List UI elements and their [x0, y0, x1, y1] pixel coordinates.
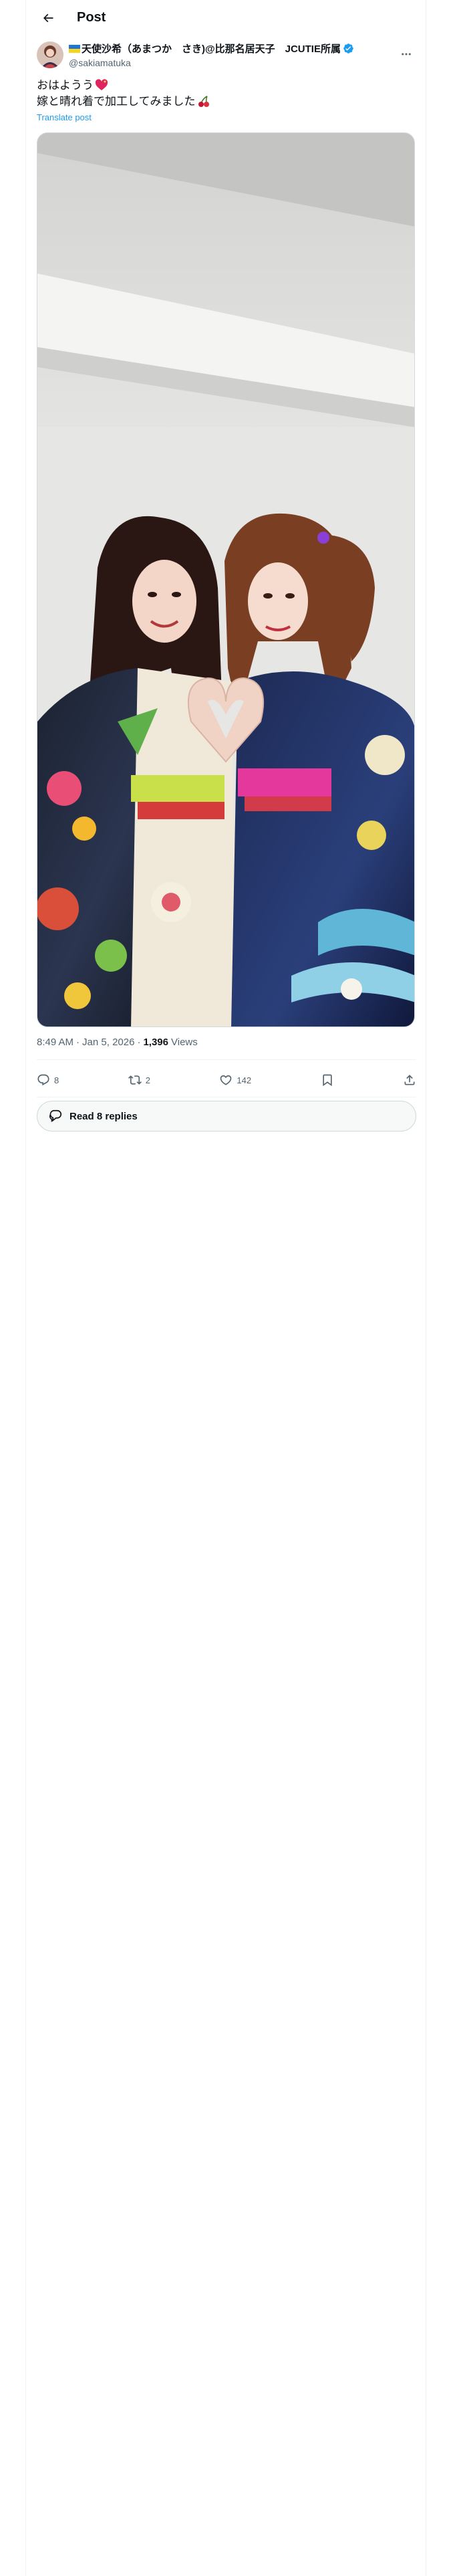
post-date[interactable]: Jan 5, 2026 — [82, 1037, 134, 1048]
avatar[interactable] — [37, 41, 63, 68]
bookmark-button[interactable] — [321, 1073, 334, 1087]
read-replies-label: Read 8 replies — [69, 1110, 138, 1122]
post-meta: 8:49 AM · Jan 5, 2026 · 1,396 Views — [37, 1037, 198, 1048]
repost-icon — [128, 1075, 142, 1085]
speech-bubbles-icon — [49, 1109, 61, 1122]
sparkling-heart-icon — [95, 79, 108, 90]
author-names: 天使沙希（あまつか さき)@比那名居天子 JCUTIE所属 @sakiamatu… — [69, 41, 383, 68]
like-button[interactable]: 142 — [219, 1073, 251, 1087]
verified-badge-icon — [343, 43, 353, 53]
repost-button[interactable]: 2 — [128, 1073, 150, 1087]
photo-illustration — [37, 133, 414, 1027]
post-time[interactable]: 8:49 AM — [37, 1037, 73, 1048]
translate-post-link[interactable]: Translate post — [37, 112, 92, 122]
cherries-icon — [198, 96, 209, 107]
author-row: 天使沙希（あまつか さき)@比那名居天子 JCUTIE所属 @sakiamatu… — [37, 40, 416, 70]
post-photo[interactable] — [37, 132, 415, 1027]
reply-button[interactable]: 8 — [37, 1073, 59, 1087]
more-options-button[interactable] — [396, 44, 416, 64]
more-icon — [402, 53, 411, 56]
meta-separator: · — [76, 1037, 80, 1048]
post-text-line: おはようう — [37, 78, 416, 94]
action-bar: 8 2 142 — [37, 1066, 416, 1094]
display-name-line: 天使沙希（あまつか さき)@比那名居天子 JCUTIE所属 — [69, 41, 383, 56]
read-replies-button[interactable]: Read 8 replies — [37, 1101, 416, 1132]
author-handle[interactable]: @sakiamatuka — [69, 58, 383, 68]
post-text-line-1: おはようう — [37, 79, 94, 92]
meta-separator: · — [137, 1037, 141, 1048]
repost-count: 2 — [145, 1075, 150, 1085]
post-text-line-2: 嫁と晴れ着で加工してみました — [37, 95, 196, 108]
back-button[interactable] — [37, 7, 59, 29]
bookmark-icon — [322, 1074, 332, 1087]
like-count: 142 — [237, 1075, 252, 1085]
share-icon — [404, 1075, 415, 1085]
views-count: 1,396 — [143, 1037, 168, 1048]
views-label: Views — [171, 1037, 198, 1048]
divider — [37, 1059, 416, 1060]
header-bar: Post — [26, 0, 427, 35]
heart-icon — [220, 1075, 232, 1085]
display-name[interactable]: 天使沙希（あまつか さき)@比那名居天子 JCUTIE所属 — [82, 41, 341, 56]
reply-count: 8 — [54, 1075, 59, 1085]
share-button[interactable] — [403, 1073, 416, 1087]
post-text-line: 嫁と晴れ着で加工してみました — [37, 94, 416, 110]
arrow-left-icon — [43, 13, 53, 22]
post-text: おはようう 嫁と晴れ着で加工してみました — [37, 78, 416, 110]
ukraine-flag-icon — [69, 44, 80, 53]
page-title: Post — [77, 10, 106, 25]
timeline-column: Post 天使沙希（あまつか さき)@比那名居天子 JCUTIE所属 @saki… — [25, 0, 426, 2576]
reply-icon — [37, 1074, 49, 1086]
